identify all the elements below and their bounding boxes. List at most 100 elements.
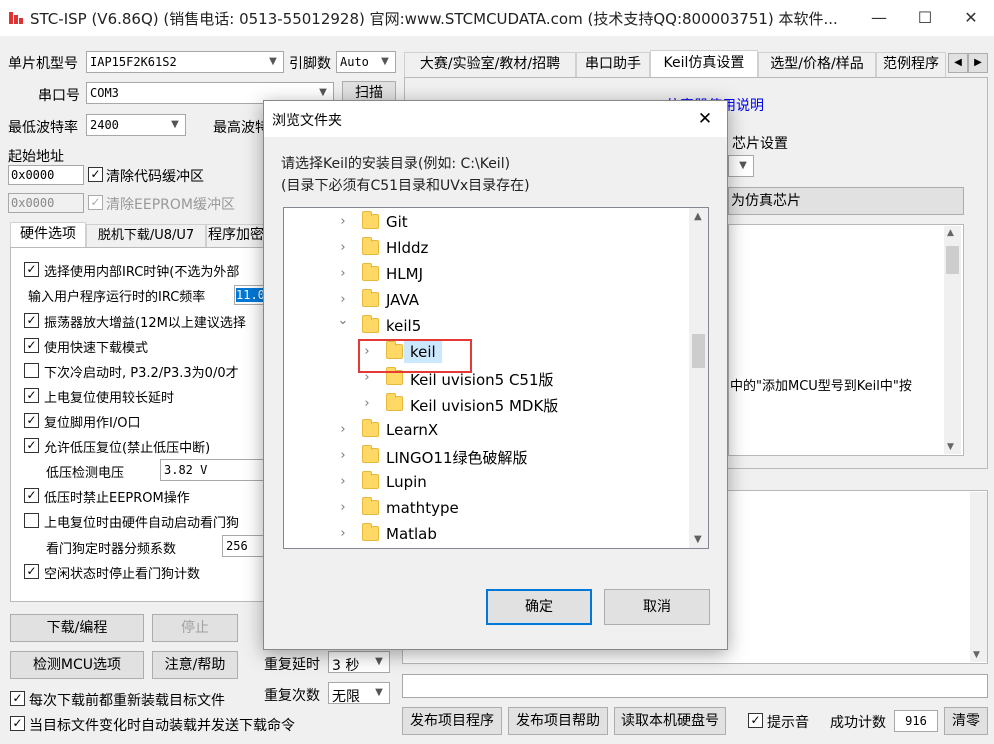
scrollbar-thumb[interactable] — [692, 334, 705, 368]
stop-button[interactable]: 停止 — [152, 614, 238, 642]
tab-keil-emulation[interactable]: Keil仿真设置 — [650, 50, 758, 77]
folder-tree[interactable]: › Git › Hlddz › HLMJ › JAVA ⌄ keil5 › keil › Keil uvi… — [283, 207, 709, 549]
repeat-count-select[interactable]: 无限 ▼ — [328, 682, 390, 705]
cancel-button[interactable]: 取消 — [604, 589, 710, 625]
help-button[interactable]: 注意/帮助 — [152, 651, 238, 679]
tree-item[interactable]: › Hlddz — [336, 236, 636, 262]
reload-checkbox[interactable]: ✓ — [10, 691, 25, 706]
option-label: 上电复位时由硬件自动启动看门狗 — [44, 516, 240, 531]
auto-send-checkbox[interactable]: ✓ — [10, 716, 25, 731]
option-checkbox[interactable]: ✓ — [24, 338, 39, 353]
status-field — [402, 674, 988, 698]
chip-settings-label: 芯片设置 — [732, 136, 788, 152]
highlight-box — [358, 339, 472, 373]
info-scrollbar[interactable]: ▲ ▼ — [944, 226, 961, 454]
chevron-right-icon[interactable]: › — [360, 396, 374, 411]
option-checkbox[interactable] — [24, 513, 39, 528]
tree-item[interactable]: › Keil uvision5 MDK版 — [360, 392, 660, 418]
tree-item[interactable]: › LearnX — [336, 418, 636, 444]
tree-scrollbar[interactable]: ▲ ▼ — [689, 208, 708, 548]
tree-item[interactable]: › mathtype — [336, 496, 636, 522]
option-checkbox[interactable]: ✓ — [24, 313, 39, 328]
option-label: 选择使用内部IRC时钟(不选为外部 — [44, 265, 240, 280]
start-address-input-2[interactable]: 0x0000 — [8, 193, 84, 213]
tab-offline-download[interactable]: 脱机下载/U8/U7 — [86, 224, 206, 247]
option-checkbox[interactable]: ✓ — [24, 413, 39, 428]
folder-icon — [362, 315, 379, 333]
tree-item-label: HLMJ — [386, 265, 424, 283]
repeat-delay-value: 3 秒 — [332, 658, 360, 674]
folder-icon — [362, 237, 379, 255]
tree-item[interactable]: › Lupin — [336, 470, 636, 496]
tree-item-label: JAVA — [386, 291, 420, 309]
chevron-right-icon[interactable]: › — [336, 448, 350, 463]
scroll-up-icon[interactable]: ▲ — [947, 228, 954, 238]
dialog-close-button[interactable]: ✕ — [688, 105, 722, 133]
tree-item[interactable]: › Git — [336, 210, 636, 236]
start-address-value-2: 0x0000 — [11, 196, 55, 210]
chevron-right-icon[interactable]: › — [336, 422, 350, 437]
tab-examples[interactable]: 范例程序 — [876, 52, 946, 77]
baud-min-select[interactable]: 2400 ▼ — [86, 114, 186, 136]
start-address-input-1[interactable]: 0x0000 — [8, 165, 84, 185]
publish-help-button[interactable]: 发布项目帮助 — [508, 707, 608, 735]
start-address-value-1: 0x0000 — [11, 168, 55, 182]
option-label: 低压时禁止EEPROM操作 — [44, 491, 190, 506]
scroll-down-icon[interactable]: ▼ — [973, 650, 980, 660]
lvd-select[interactable]: 3.82 V — [160, 459, 266, 481]
chevron-right-icon[interactable]: › — [336, 292, 350, 307]
minimize-button[interactable]: — — [856, 0, 902, 36]
option-checkbox[interactable] — [24, 363, 39, 378]
chevron-right-icon[interactable]: › — [336, 500, 350, 515]
tab-selection-price[interactable]: 选型/价格/样品 — [758, 52, 876, 77]
read-disk-id-button[interactable]: 读取本机硬盘号 — [614, 707, 726, 735]
ok-button[interactable]: 确定 — [486, 589, 592, 625]
maximize-button[interactable]: ☐ — [902, 0, 948, 36]
chevron-right-icon[interactable]: › — [336, 526, 350, 541]
pins-select[interactable]: Auto ▼ — [336, 51, 396, 73]
window-title-bar: STC-ISP (V6.86Q) (销售电话: 0513-55012928) 官… — [0, 0, 994, 36]
tab-contest[interactable]: 大赛/实验室/教材/招聘 — [404, 52, 576, 77]
scroll-down-icon[interactable]: ▼ — [947, 442, 954, 452]
tab-scroll-left-icon[interactable]: ◀ — [948, 53, 968, 73]
option-checkbox[interactable]: ✓ — [24, 262, 39, 277]
tree-item[interactable]: ⌄ keil5 — [336, 313, 636, 340]
chip-settings-select[interactable]: ▼ — [728, 155, 754, 177]
option-checkbox[interactable]: ✓ — [24, 564, 39, 579]
scroll-up-icon[interactable]: ▲ — [694, 211, 702, 222]
chevron-down-icon: ▼ — [739, 160, 747, 171]
chevron-right-icon[interactable]: › — [336, 474, 350, 489]
publish-program-button[interactable]: 发布项目程序 — [402, 707, 502, 735]
chevron-right-icon[interactable]: › — [336, 240, 350, 255]
scroll-down-icon[interactable]: ▼ — [694, 534, 702, 545]
wdt-select[interactable]: 256 — [222, 535, 266, 557]
chevron-right-icon[interactable]: › — [336, 266, 350, 281]
option-checkbox[interactable]: ✓ — [24, 438, 39, 453]
irc-frequency-input[interactable]: 11.0 — [234, 285, 266, 305]
clear-eeprom-checkbox[interactable]: ✓ — [88, 195, 103, 210]
chevron-right-icon[interactable]: › — [336, 214, 350, 229]
tab-scroll-right-icon[interactable]: ▶ — [968, 53, 988, 73]
tree-item[interactable]: › JAVA — [336, 288, 636, 314]
option-checkbox[interactable]: ✓ — [24, 488, 39, 503]
download-button[interactable]: 下载/编程 — [10, 614, 144, 642]
reload-label: 每次下载前都重新装载目标文件 — [29, 693, 225, 709]
log-scrollbar[interactable]: ▼ — [970, 492, 987, 662]
scrollbar-thumb[interactable] — [946, 246, 959, 274]
chevron-down-icon[interactable]: ⌄ — [336, 313, 350, 328]
detect-mcu-button[interactable]: 检测MCU选项 — [10, 651, 144, 679]
clear-code-checkbox[interactable]: ✓ — [88, 167, 103, 182]
clear-count-button[interactable]: 清零 — [944, 707, 988, 735]
tree-item[interactable]: › LINGO11绿色破解版 — [336, 444, 636, 470]
chip-model-select[interactable]: IAP15F2K61S2 ▼ — [86, 51, 284, 73]
tree-item[interactable]: › HLMJ — [336, 262, 636, 288]
repeat-delay-select[interactable]: 3 秒 ▼ — [328, 651, 390, 674]
close-button[interactable]: ✕ — [948, 0, 994, 36]
set-emulation-chip-button[interactable]: 为仿真芯片 — [728, 187, 964, 215]
beep-checkbox[interactable]: ✓ — [748, 713, 763, 728]
tree-item[interactable]: › Matlab — [336, 522, 636, 548]
tab-hardware-options[interactable]: 硬件选项 — [10, 222, 86, 247]
tab-encryption[interactable]: 程序加密 — [206, 224, 266, 247]
tab-serial-helper[interactable]: 串口助手 — [576, 52, 650, 77]
option-checkbox[interactable]: ✓ — [24, 388, 39, 403]
